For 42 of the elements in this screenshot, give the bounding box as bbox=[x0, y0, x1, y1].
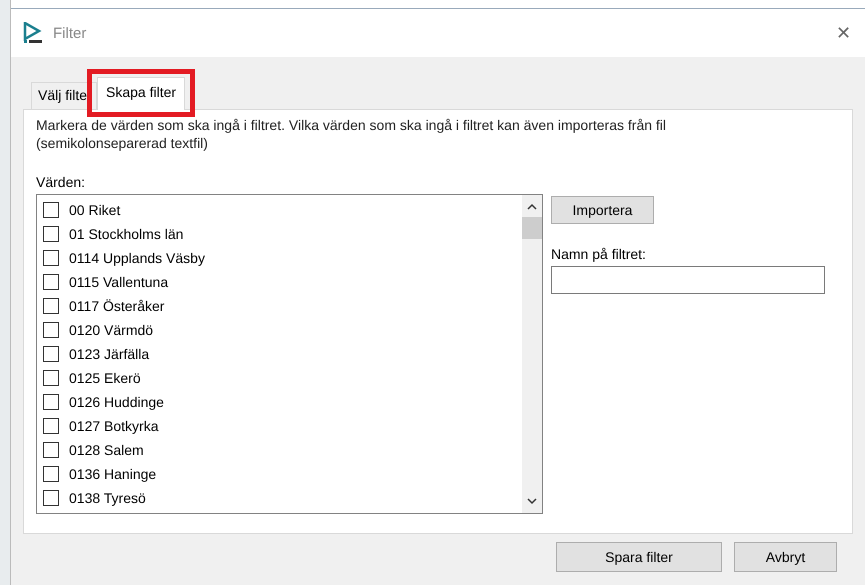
value-label[interactable]: 01 Stockholms län bbox=[69, 226, 184, 242]
checkbox[interactable] bbox=[43, 394, 59, 410]
checkbox[interactable] bbox=[43, 370, 59, 386]
value-label[interactable]: 0115 Vallentuna bbox=[69, 274, 168, 290]
checkbox[interactable] bbox=[43, 274, 59, 290]
checkbox[interactable] bbox=[43, 250, 59, 266]
filter-name-field[interactable] bbox=[551, 266, 825, 294]
checkbox[interactable] bbox=[43, 322, 59, 338]
filter-name-label: Namn på filtret: bbox=[551, 246, 647, 262]
checkbox[interactable] bbox=[43, 466, 59, 482]
checkbox[interactable] bbox=[43, 202, 59, 218]
dialog-button[interactable]: Spara filter bbox=[556, 542, 722, 572]
value-label[interactable]: 0117 Österåker bbox=[69, 298, 164, 314]
value-label[interactable]: 00 Riket bbox=[69, 202, 120, 218]
scroll-thumb[interactable] bbox=[522, 217, 542, 239]
value-label[interactable]: 0114 Upplands Väsby bbox=[69, 250, 205, 266]
app-logo-icon bbox=[23, 22, 43, 44]
value-label[interactable]: 0136 Haninge bbox=[69, 466, 156, 482]
scroll-up-icon[interactable] bbox=[526, 203, 538, 211]
tab[interactable]: Välj filte bbox=[31, 82, 97, 109]
value-label[interactable]: 0125 Ekerö bbox=[69, 370, 141, 386]
checkbox[interactable] bbox=[43, 226, 59, 242]
value-label[interactable]: 0127 Botkyrka bbox=[69, 418, 158, 434]
values-label: Värden: bbox=[36, 174, 86, 190]
scroll-down-icon[interactable] bbox=[526, 497, 538, 505]
window-title: Filter bbox=[53, 24, 86, 42]
value-label[interactable]: 0120 Värmdö bbox=[69, 322, 154, 338]
scrollbar[interactable] bbox=[522, 195, 542, 513]
checkbox[interactable] bbox=[43, 442, 59, 458]
checkbox[interactable] bbox=[43, 490, 59, 506]
tab[interactable]: Skapa filter bbox=[97, 77, 186, 110]
instructions-text: Markera de värden som ska ingå i filtret. Vilka värden som ska ingå i filtret kan även importeras från fil (semikolonseparerad textfil) bbox=[36, 116, 668, 152]
value-label[interactable]: 0126 Huddinge bbox=[69, 394, 164, 410]
checkbox[interactable] bbox=[43, 298, 59, 314]
checkbox[interactable] bbox=[43, 418, 59, 434]
import-button[interactable]: Importera bbox=[551, 196, 654, 224]
dialog-button[interactable]: Avbryt bbox=[734, 542, 837, 572]
checkbox[interactable] bbox=[43, 346, 59, 362]
value-label[interactable]: 0128 Salem bbox=[69, 442, 144, 458]
value-label[interactable]: 0138 Tyresö bbox=[69, 490, 146, 506]
value-label[interactable]: 0123 Järfälla bbox=[69, 346, 150, 362]
close-icon[interactable]: ✕ bbox=[836, 22, 851, 44]
